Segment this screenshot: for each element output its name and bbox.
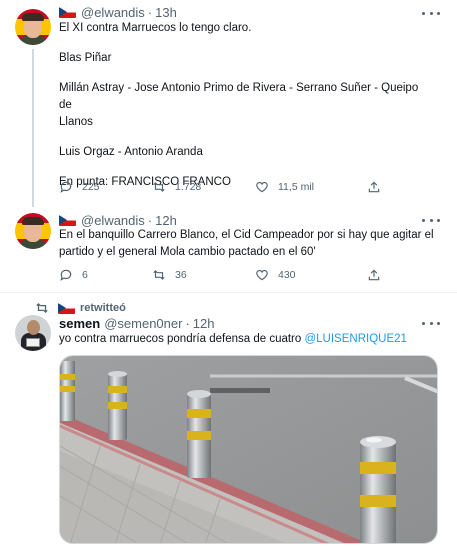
czech-flag-icon	[58, 302, 75, 314]
separator-dot: ·	[147, 4, 153, 20]
tweet-actions: 6 36 430	[59, 267, 399, 283]
like-count: 11,5 mil	[278, 181, 314, 193]
avatar[interactable]	[15, 315, 51, 351]
like-button[interactable]: 430	[255, 267, 296, 283]
retweet-icon	[153, 270, 165, 280]
retweet-icon	[153, 182, 165, 192]
tweet-text: En el banquillo Carrero Blanco, el Cid C…	[59, 227, 434, 261]
mention-link[interactable]: @LUISENRIQUE21	[304, 333, 406, 345]
czech-flag-icon	[59, 214, 76, 226]
retweet-count: 36	[175, 269, 187, 281]
tweet-line: Llanos	[59, 116, 93, 128]
tweet-line: En el banquillo Carrero Blanco, el Cid C…	[59, 229, 434, 241]
tweet-header: @elwandis · 12h	[59, 212, 177, 228]
retweet-count: 1.728	[175, 181, 202, 193]
share-icon	[368, 181, 380, 193]
share-icon	[368, 269, 380, 281]
reply-button[interactable]: 225	[59, 179, 100, 195]
bollard	[108, 371, 127, 440]
user-handle[interactable]: @elwandis	[81, 213, 145, 228]
tweet-header: @elwandis · 13h	[59, 4, 177, 20]
display-name[interactable]: semen	[59, 316, 100, 331]
reply-count: 225	[82, 181, 100, 193]
more-options-icon[interactable]	[422, 5, 440, 21]
reply-icon	[60, 269, 72, 281]
tweet-line: Luis Orgaz - Antonio Aranda	[59, 146, 203, 158]
tweet-2[interactable]: @elwandis · 12h En el banquillo Carrero …	[0, 207, 457, 292]
tweet-photo[interactable]	[59, 355, 438, 544]
bollard	[187, 390, 211, 478]
tweet-line: yo contra marruecos pondría defensa de c…	[59, 333, 305, 345]
like-count: 430	[278, 269, 296, 281]
bollard	[360, 436, 396, 543]
separator-dot: ·	[185, 315, 190, 331]
tweet-line: El XI contra Marruecos lo tengo claro.	[59, 22, 252, 34]
tweet-time[interactable]: 12h	[155, 213, 177, 228]
retweet-button[interactable]: 36	[152, 267, 187, 283]
heart-icon	[256, 269, 268, 281]
tweet-time[interactable]: 12h	[193, 316, 215, 331]
thread-line	[32, 49, 34, 207]
more-options-icon[interactable]	[422, 212, 440, 228]
tweet-text: El XI contra Marruecos lo tengo claro. B…	[59, 20, 434, 191]
avatar[interactable]	[15, 9, 51, 45]
reply-icon	[60, 181, 72, 193]
avatar[interactable]	[15, 213, 51, 249]
share-button[interactable]	[367, 267, 390, 283]
reply-button[interactable]: 6	[59, 267, 88, 283]
reply-count: 6	[82, 269, 88, 281]
tweet-divider	[0, 292, 457, 293]
tweet-line: Blas Piñar	[59, 52, 112, 64]
user-handle[interactable]: @semen0ner	[104, 316, 182, 331]
tweet-text: yo contra marruecos pondría defensa de c…	[59, 331, 434, 348]
tweet-header: semen @semen0ner · 12h	[59, 315, 215, 331]
separator-dot: ·	[147, 212, 153, 228]
tweet-actions: 225 1.728 11,5 mil	[59, 179, 399, 195]
like-button[interactable]: 11,5 mil	[255, 179, 314, 195]
heart-icon	[256, 181, 268, 193]
user-handle[interactable]: @elwandis	[81, 5, 145, 20]
more-options-icon[interactable]	[422, 315, 440, 331]
tweet-line: Millán Astray - Jose Antonio Primo de Ri…	[59, 82, 422, 111]
tweet-time[interactable]: 13h	[155, 5, 177, 20]
share-button[interactable]	[367, 179, 390, 195]
czech-flag-icon	[59, 6, 76, 18]
tweet-1[interactable]: @elwandis · 13h El XI contra Marruecos l…	[0, 0, 457, 207]
bollard	[60, 361, 75, 421]
retweet-button[interactable]: 1.728	[152, 179, 201, 195]
tweet-line: partido y el general Mola cambio pactado…	[59, 246, 316, 258]
